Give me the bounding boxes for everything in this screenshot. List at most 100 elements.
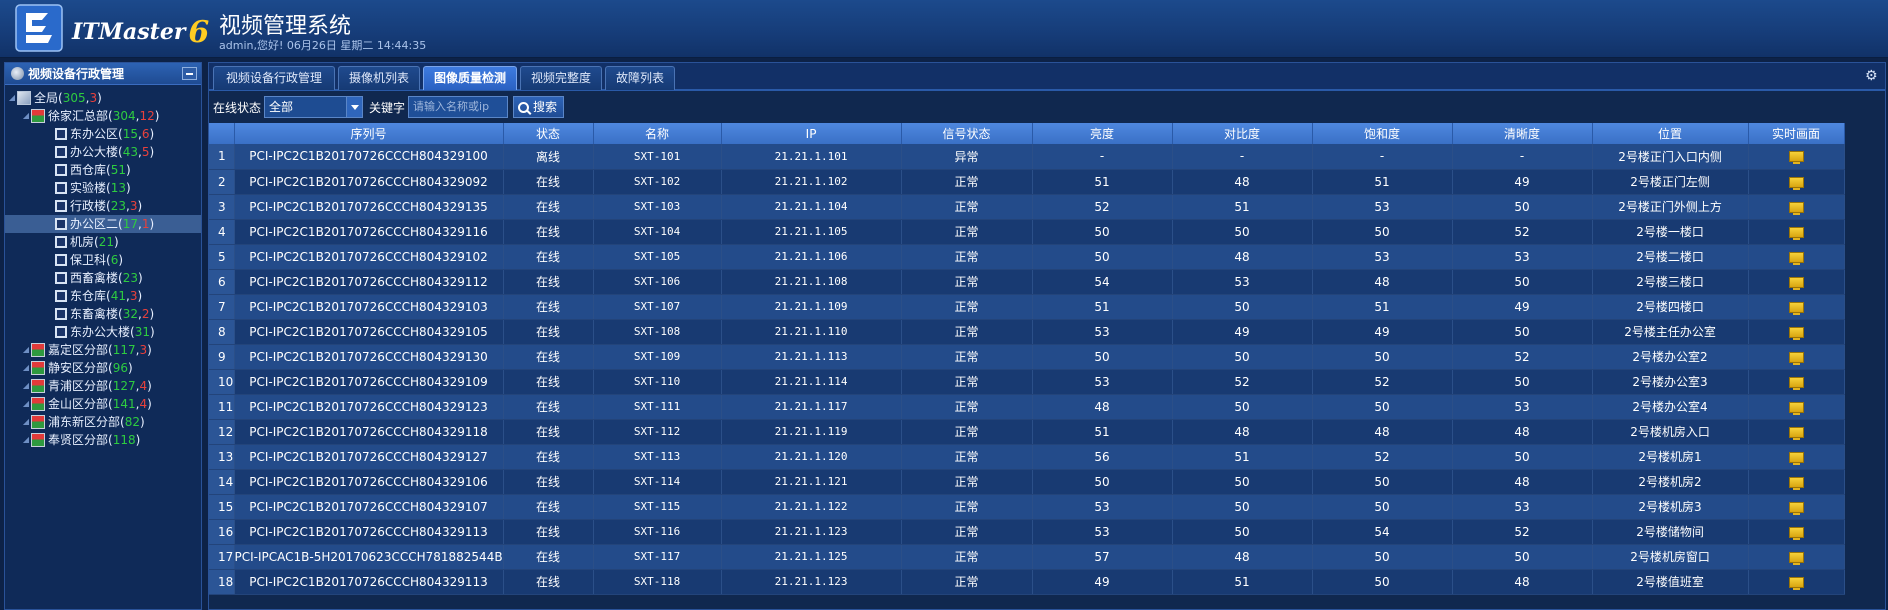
monitor-icon[interactable] [1788, 351, 1804, 365]
serial-cell: PCI-IPC2C1B20170726CCCH804329107 [234, 494, 504, 520]
column-header[interactable]: 清晰度 [1452, 123, 1593, 144]
tree-node[interactable]: 东畜禽楼(32, 2) [5, 305, 201, 323]
column-header[interactable]: IP [721, 123, 902, 144]
tab-camera-list[interactable]: 摄像机列表 [338, 66, 420, 90]
table-row[interactable]: 7 PCI-IPC2C1B20170726CCCH804329103 在线 SXT-1… [209, 294, 1845, 320]
status-select[interactable]: 全部 [264, 96, 364, 118]
monitor-icon[interactable] [1788, 526, 1804, 540]
monitor-icon[interactable] [1788, 551, 1804, 565]
table-row[interactable]: 16 PCI-IPC2C1B20170726CCCH804329113 在线 SXT-… [209, 519, 1845, 545]
tree-node[interactable]: 东仓库(41, 3) [5, 287, 201, 305]
monitor-icon[interactable] [1788, 301, 1804, 315]
tree-node[interactable]: 东办公区(15, 6) [5, 125, 201, 143]
tree-node[interactable]: 机房(21) [5, 233, 201, 251]
table-row[interactable]: 14 PCI-IPC2C1B20170726CCCH804329106 在线 SXT-… [209, 469, 1845, 495]
expand-toggle-icon[interactable]: ◢ [21, 431, 31, 449]
table-row[interactable]: 5 PCI-IPC2C1B20170726CCCH804329102 在线 SXT-1… [209, 244, 1845, 270]
table-row[interactable]: 4 PCI-IPC2C1B20170726CCCH804329116 在线 SXT-1… [209, 219, 1845, 245]
location-cell: 2号楼三楼口 [1592, 269, 1749, 295]
search-button[interactable]: 搜索 [513, 96, 565, 118]
column-header[interactable]: 饱和度 [1312, 123, 1453, 144]
monitor-icon[interactable] [1788, 201, 1804, 215]
expand-toggle-icon[interactable]: ◢ [21, 395, 31, 413]
tree-node[interactable]: ◢ 静安区分部(96) [5, 359, 201, 377]
table-row[interactable]: 10 PCI-IPC2C1B20170726CCCH804329109 在线 SXT-… [209, 369, 1845, 395]
monitor-icon[interactable] [1788, 226, 1804, 240]
table-row[interactable]: 12 PCI-IPC2C1B20170726CCCH804329118 在线 SXT-… [209, 419, 1845, 445]
tree-node[interactable]: 西畜禽楼(23) [5, 269, 201, 287]
table-row[interactable]: 18 PCI-IPC2C1B20170726CCCH804329113 在线 SXT-… [209, 569, 1845, 595]
live-view-cell [1748, 419, 1845, 445]
brightness-cell: 48 [1032, 394, 1173, 420]
tree-node[interactable]: ◢ 奉贤区分部(118) [5, 431, 201, 449]
contrast-cell: 50 [1172, 394, 1313, 420]
column-header[interactable]: 对比度 [1172, 123, 1313, 144]
expand-toggle-icon[interactable]: ◢ [21, 341, 31, 359]
monitor-icon[interactable] [1788, 376, 1804, 390]
tree-node[interactable]: ◢ 全局(305, 3) [5, 89, 201, 107]
sharpness-cell: 50 [1452, 194, 1593, 220]
table-row[interactable]: 11 PCI-IPC2C1B20170726CCCH804329123 在线 SXT-… [209, 394, 1845, 420]
table-row[interactable]: 17 PCI-IPCAC1B-5H20170623CCCH781882544B 在线… [209, 544, 1845, 570]
tree-node[interactable]: 保卫科(6) [5, 251, 201, 269]
name-cell: SXT-114 [593, 469, 722, 495]
monitor-icon[interactable] [1788, 576, 1804, 590]
table-row[interactable]: 3 PCI-IPC2C1B20170726CCCH804329135 在线 SXT-1… [209, 194, 1845, 220]
online-count: 82 [124, 415, 140, 429]
monitor-icon[interactable] [1788, 401, 1804, 415]
table-row[interactable]: 13 PCI-IPC2C1B20170726CCCH804329127 在线 SXT-… [209, 444, 1845, 470]
collapse-button[interactable] [182, 67, 197, 80]
monitor-icon[interactable] [1788, 151, 1804, 165]
tree-node[interactable]: 西仓库(51) [5, 161, 201, 179]
monitor-icon[interactable] [1788, 476, 1804, 490]
tab-fault-list[interactable]: 故障列表 [605, 66, 675, 90]
tree-node[interactable]: ◢ 金山区分部(141, 4) [5, 395, 201, 413]
monitor-icon[interactable] [1788, 501, 1804, 515]
column-header[interactable] [209, 123, 235, 144]
monitor-icon[interactable] [1788, 276, 1804, 290]
status-cell: 在线 [503, 494, 594, 520]
table-row[interactable]: 6 PCI-IPC2C1B20170726CCCH804329112 在线 SXT-1… [209, 269, 1845, 295]
monitor-icon[interactable] [1788, 251, 1804, 265]
tab-video-integrity[interactable]: 视频完整度 [520, 66, 602, 90]
gear-icon[interactable]: ⚙ [1865, 69, 1879, 83]
online-count: 118 [112, 433, 136, 447]
tree-node[interactable]: ◢ 青浦区分部(127, 4) [5, 377, 201, 395]
column-header[interactable]: 序列号 [234, 123, 504, 144]
expand-toggle-icon[interactable]: ◢ [21, 377, 31, 395]
tree-node[interactable]: 行政楼(23, 3) [5, 197, 201, 215]
branch-icon [31, 361, 45, 375]
table-row[interactable]: 2 PCI-IPC2C1B20170726CCCH804329092 在线 SXT-1… [209, 169, 1845, 195]
column-header[interactable]: 实时画面 [1748, 123, 1845, 144]
tree-node[interactable]: 实验楼(13) [5, 179, 201, 197]
tab-device-admin[interactable]: 视频设备行政管理 [213, 66, 335, 90]
table-row[interactable]: 1 PCI-IPC2C1B20170726CCCH804329100 离线 SXT-1… [209, 144, 1845, 170]
tree-node[interactable]: ◢ 嘉定区分部(117, 3) [5, 341, 201, 359]
signal-cell: 正常 [901, 169, 1033, 195]
table-row[interactable]: 8 PCI-IPC2C1B20170726CCCH804329105 在线 SXT-1… [209, 319, 1845, 345]
tree-node[interactable]: 办公区二(17, 1) [5, 215, 201, 233]
expand-toggle-icon[interactable]: ◢ [21, 107, 31, 125]
monitor-icon[interactable] [1788, 176, 1804, 190]
expand-toggle-icon[interactable]: ◢ [21, 359, 31, 377]
column-header[interactable]: 信号状态 [901, 123, 1033, 144]
monitor-icon[interactable] [1788, 426, 1804, 440]
table-row[interactable]: 9 PCI-IPC2C1B20170726CCCH804329130 在线 SXT-1… [209, 344, 1845, 370]
tree-node[interactable]: 办公大楼(43, 5) [5, 143, 201, 161]
column-header[interactable]: 位置 [1592, 123, 1749, 144]
tree-node[interactable]: ◢ 浦东新区分部(82) [5, 413, 201, 431]
keyword-input[interactable]: 请输入名称或ip [408, 96, 509, 118]
name-cell: SXT-111 [593, 394, 722, 420]
column-header[interactable]: 名称 [593, 123, 722, 144]
serial-cell: PCI-IPC2C1B20170726CCCH804329105 [234, 319, 504, 345]
tree-node[interactable]: ◢ 徐家汇总部(304, 12) [5, 107, 201, 125]
column-header[interactable]: 亮度 [1032, 123, 1173, 144]
expand-toggle-icon[interactable]: ◢ [7, 89, 17, 107]
tree-node[interactable]: 东办公大楼(31) [5, 323, 201, 341]
expand-toggle-icon[interactable]: ◢ [21, 413, 31, 431]
column-header[interactable]: 状态 [503, 123, 594, 144]
tab-image-quality[interactable]: 图像质量检测 [423, 66, 517, 90]
monitor-icon[interactable] [1788, 451, 1804, 465]
table-row[interactable]: 15 PCI-IPC2C1B20170726CCCH804329107 在线 SXT-… [209, 494, 1845, 520]
monitor-icon[interactable] [1788, 326, 1804, 340]
